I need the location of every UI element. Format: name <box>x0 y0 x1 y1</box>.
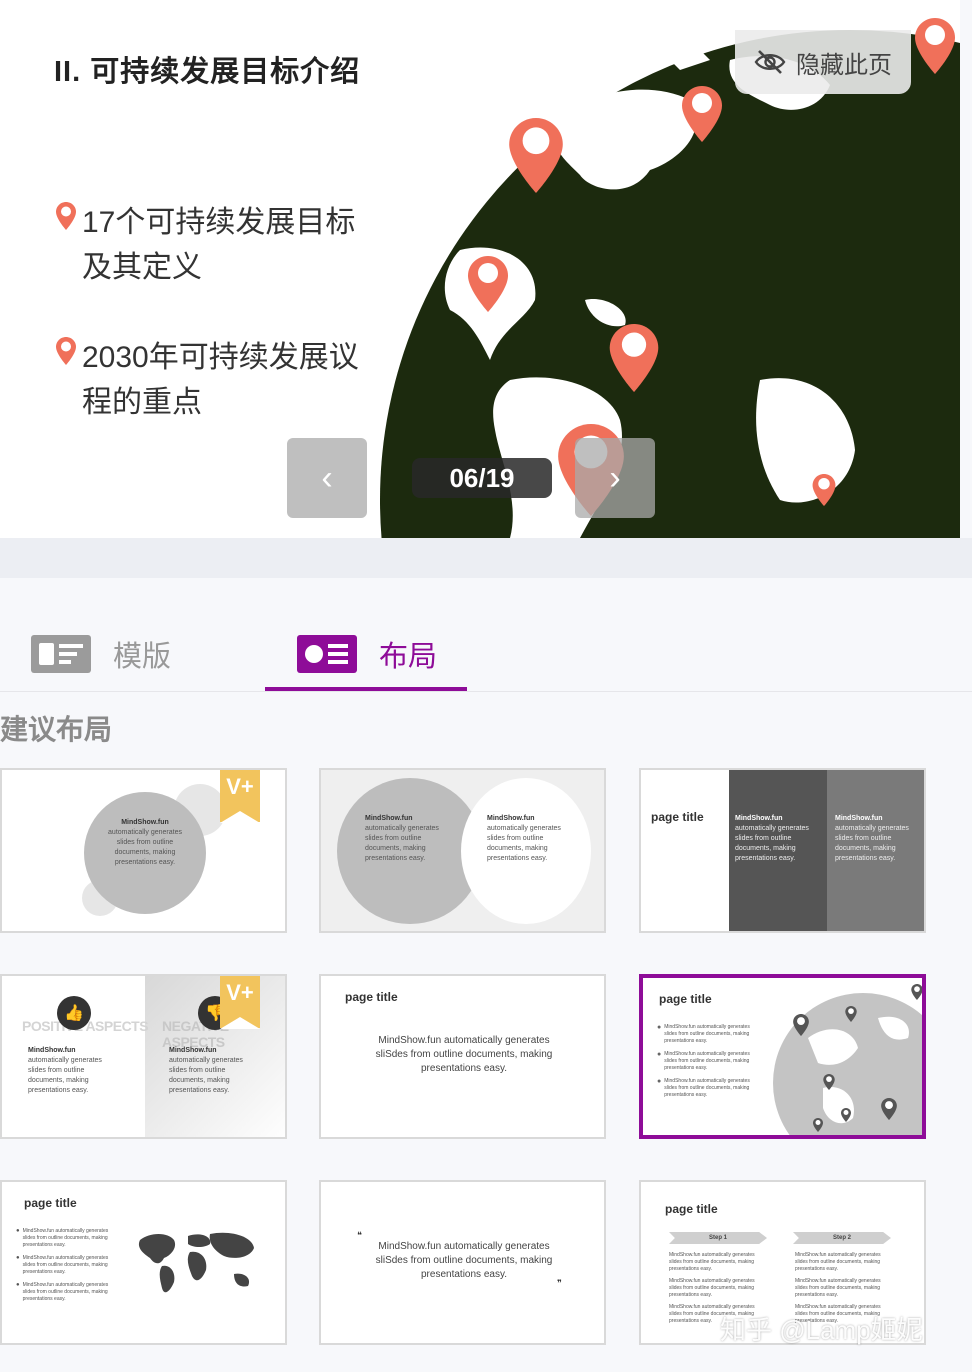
map-pin-icon <box>841 1108 851 1122</box>
map-pin-icon <box>509 118 563 193</box>
layout-card[interactable]: POSITIVE ASPECTS NEGATIVE ASPECTS 👍 👎 Mi… <box>0 974 287 1139</box>
open-quote-icon: ❝ <box>357 1230 362 1240</box>
prev-slide-button[interactable]: ‹ <box>287 438 367 518</box>
card-text: MindShow.fun automatically generates sli… <box>28 1047 102 1094</box>
layout-card-selected[interactable]: page title ● MindShow.fun automatically g… <box>639 974 926 1139</box>
next-slide-button[interactable]: › <box>575 438 655 518</box>
tabs-divider <box>0 691 972 692</box>
card-page-title: page title <box>345 990 398 1004</box>
map-pin-icon <box>793 1014 809 1036</box>
watermark: 知乎 @Lamp姬妮 <box>720 1315 923 1345</box>
hide-page-label: 隐藏此页 <box>796 51 892 79</box>
tab-layout-label: 布局 <box>379 641 438 673</box>
layout-card[interactable]: page title ● MindShow.fun automatically g… <box>0 1180 287 1345</box>
card-text: MindShow.fun automatically generates sli… <box>375 1035 553 1074</box>
card-page-title: page title <box>665 1202 718 1216</box>
hide-page-button[interactable]: 隐藏此页 <box>735 30 911 94</box>
layout-card[interactable]: page title MindShow.fun automatically ge… <box>319 974 606 1139</box>
tab-template-label: 模版 <box>113 641 172 673</box>
preview-footer-strip <box>0 538 972 578</box>
slide-bullet-text: 2030年可持续发展议程的重点 <box>82 341 359 419</box>
step-arrow: Step 1 <box>669 1232 767 1244</box>
step-arrow: Step 2 <box>793 1232 891 1244</box>
map-pin-icon <box>682 86 722 142</box>
close-quote-icon: ❞ <box>557 1278 562 1288</box>
map-pin-icon <box>812 474 836 506</box>
card-page-title: page title <box>659 992 712 1006</box>
vip-badge: V+ <box>220 770 260 823</box>
map-pin-icon <box>56 337 76 365</box>
slide-bullet-text: 17个可持续发展目标及其定义 <box>82 206 356 284</box>
card-text: MindShow.fun automatically generates sli… <box>835 815 909 862</box>
layout-card[interactable]: MindShow.fun automatically generates sli… <box>0 768 287 933</box>
map-pin-icon <box>468 256 508 312</box>
layout-icon <box>297 635 357 673</box>
tab-template[interactable]: 模版 <box>31 633 171 675</box>
card-text: MindShow.fun automatically generates sli… <box>365 815 439 862</box>
slide-preview: II. 可持续发展目标介绍 17个可持续发展目标及其定义 2030年可持续发展议… <box>0 0 960 538</box>
map-pin-icon <box>56 202 76 230</box>
card-page-title: page title <box>24 1196 77 1210</box>
bullet-list: ● MindShow.fun automatically generates sl… <box>657 1024 750 1098</box>
map-pin-icon <box>915 18 955 74</box>
slide-counter: 06/19 <box>412 458 552 498</box>
section-title: 建议布局 <box>0 714 113 745</box>
eye-off-icon <box>754 50 786 74</box>
layout-card[interactable]: page title MindShow.fun automatically ge… <box>639 768 926 933</box>
card-brand: MindShow.fun <box>121 819 169 826</box>
chevron-right-icon: › <box>609 458 621 497</box>
card-text: MindShow.fun automatically generates sli… <box>169 1047 243 1094</box>
bullet-list: ● MindShow.fun automatically generates sl… <box>16 1228 109 1302</box>
map-pin-icon <box>609 324 659 392</box>
slide-title: II. 可持续发展目标介绍 <box>54 56 361 88</box>
chevron-left-icon: ‹ <box>321 458 333 497</box>
map-pin-icon <box>845 1006 857 1022</box>
card-text: MindShow.fun automatically generates sli… <box>375 1241 553 1280</box>
tab-layout[interactable]: 布局 <box>297 633 437 675</box>
panel-tabs: 模版 布局 <box>0 578 972 693</box>
map-pin-icon <box>813 1118 823 1132</box>
template-icon <box>31 635 91 673</box>
slide-bullet: 17个可持续发展目标及其定义 <box>56 200 372 290</box>
map-pin-icon <box>881 1098 897 1120</box>
layout-card[interactable]: MindShow.fun automatically generates sli… <box>319 768 606 933</box>
map-pin-icon <box>911 984 922 1000</box>
card-text: MindShow.fun automatically generates sli… <box>108 819 182 866</box>
card-text: MindShow.fun automatically generates sli… <box>735 815 809 862</box>
slide-bullet: 2030年可持续发展议程的重点 <box>56 335 372 425</box>
thumbs-up-icon: 👍 <box>57 996 91 1030</box>
map-pin-icon <box>823 1074 835 1090</box>
card-page-title: page title <box>651 810 704 824</box>
layout-card[interactable]: ❝ MindShow.fun automatically generates s… <box>319 1180 606 1345</box>
vip-badge: V+ <box>220 976 260 1029</box>
card-text: MindShow.fun automatically generates sli… <box>487 815 561 862</box>
world-map-illustration <box>138 1232 254 1293</box>
